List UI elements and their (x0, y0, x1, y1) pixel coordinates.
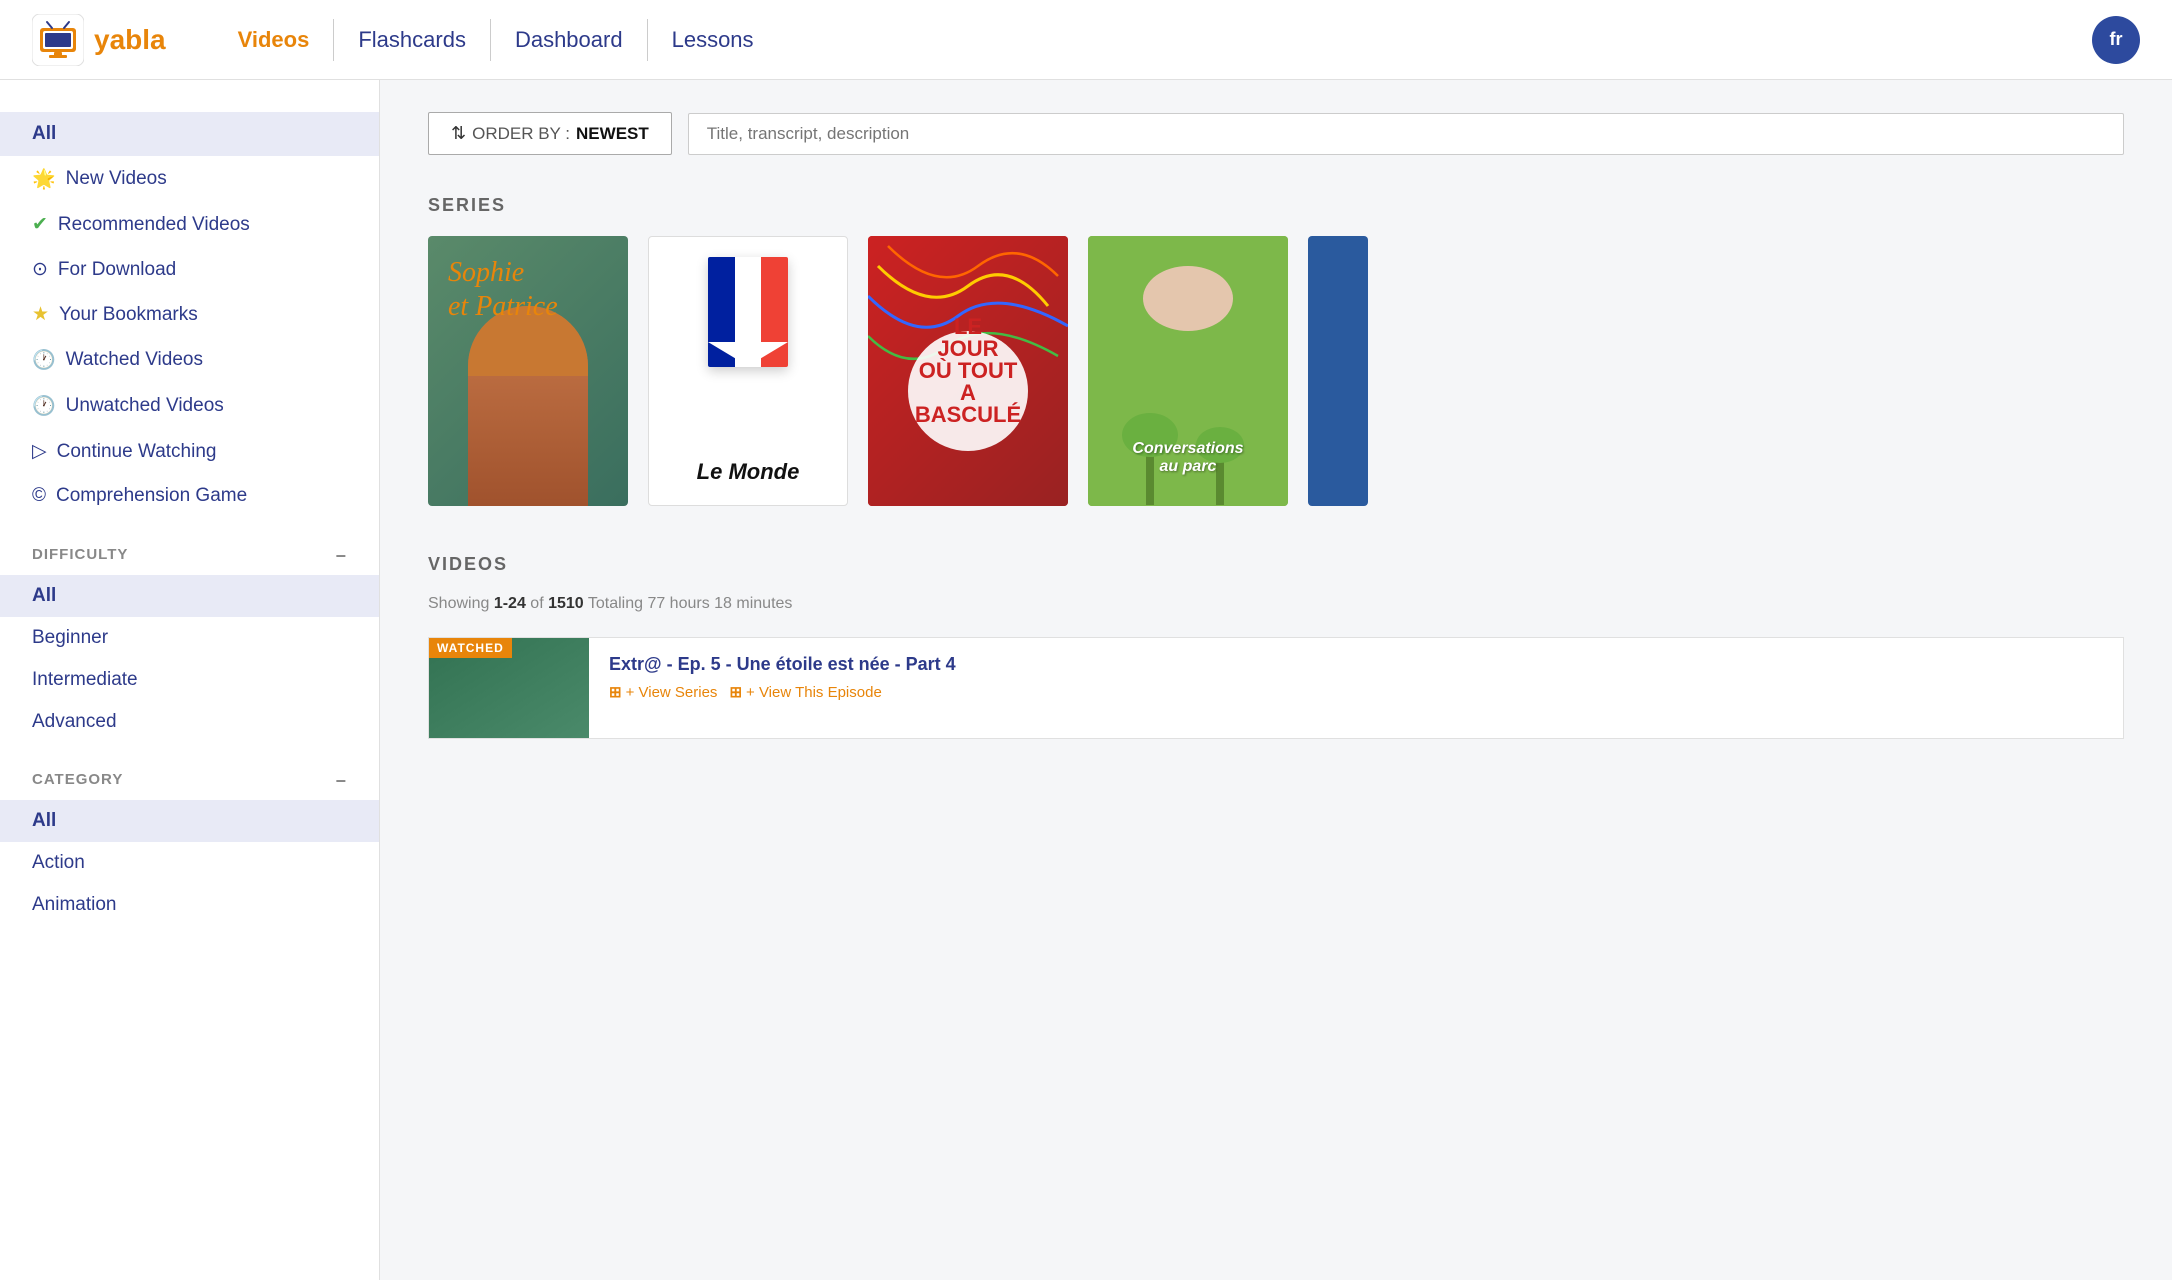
count-of: of (526, 595, 548, 612)
category-animation[interactable]: Animation (0, 884, 379, 926)
nav-dashboard[interactable]: Dashboard (491, 19, 648, 61)
nav-videos[interactable]: Videos (214, 19, 335, 61)
view-episode-link[interactable]: ⊞ + View This Episode (729, 683, 881, 701)
toolbar: ⇅ ORDER BY : NEWEST (428, 112, 2124, 155)
sidebar-continue-label: Continue Watching (57, 441, 217, 463)
difficulty-advanced[interactable]: Advanced (0, 701, 379, 743)
series-section: SERIES Sophieet Patrice (428, 195, 2124, 506)
sidebar-watched-label: Watched Videos (66, 349, 203, 371)
count-range: 1-24 (494, 595, 526, 612)
videos-count: Showing 1-24 of 1510 Totaling 77 hours 1… (428, 595, 2124, 613)
clock-orange-icon: 🕐 (32, 394, 56, 418)
nav-lessons[interactable]: Lessons (648, 19, 778, 61)
series-card-parc[interactable]: Conversationsau parc (1088, 236, 1288, 506)
check-icon: ✔ (32, 213, 48, 236)
view-series-link[interactable]: ⊞ + View Series (609, 683, 717, 701)
category-title: CATEGORY (32, 771, 123, 792)
sidebar-comprehension-label: Comprehension Game (56, 485, 247, 507)
category-action[interactable]: Action (0, 842, 379, 884)
difficulty-beginner[interactable]: Beginner (0, 617, 379, 659)
difficulty-all[interactable]: All (0, 575, 379, 617)
order-label: ORDER BY : (472, 124, 570, 144)
series-sophie-title: Sophieet Patrice (448, 256, 558, 323)
sidebar-filter-section: All 🌟 New Videos ✔ Recommended Videos ⊙ … (0, 112, 379, 518)
category-section: CATEGORY − All Action Animation (0, 751, 379, 926)
copyright-icon: © (32, 485, 46, 507)
series-title: SERIES (428, 195, 2124, 216)
header: yabla Videos Flashcards Dashboard Lesson… (0, 0, 2172, 80)
sort-arrows-icon: ⇅ (451, 123, 466, 144)
bookmark-star-icon: ★ (32, 303, 49, 326)
parc-trees (1088, 344, 1288, 506)
difficulty-collapse[interactable]: − (335, 546, 347, 567)
sidebar-item-for-download[interactable]: ⊙ For Download (0, 247, 379, 292)
plus-icon-series: ⊞ (609, 683, 622, 701)
order-value: NEWEST (576, 124, 649, 144)
order-by-button[interactable]: ⇅ ORDER BY : NEWEST (428, 112, 672, 155)
series-card-lemonde[interactable]: Le Monde (648, 236, 848, 506)
series-lemonde-title: Le Monde (697, 459, 800, 485)
play-icon: ▷ (32, 440, 47, 463)
sidebar-item-all[interactable]: All (0, 112, 379, 156)
search-input[interactable] (688, 113, 2124, 155)
series-jour-title: LEJOUROÙ TOUTABASCULÉ (915, 316, 1021, 426)
sidebar: All 🌟 New Videos ✔ Recommended Videos ⊙ … (0, 80, 380, 1280)
category-all[interactable]: All (0, 800, 379, 842)
content-area: ⇅ ORDER BY : NEWEST SERIES Sophieet Patr (380, 80, 2172, 1280)
sidebar-item-comprehension[interactable]: © Comprehension Game (0, 474, 379, 518)
logo-area[interactable]: yabla (32, 14, 166, 66)
plus-icon-episode: ⊞ (729, 683, 742, 701)
sidebar-item-bookmarks[interactable]: ★ Your Bookmarks (0, 292, 379, 337)
video-thumbnail: WATCHED (429, 638, 589, 738)
sidebar-item-continue[interactable]: ▷ Continue Watching (0, 429, 379, 474)
sidebar-item-recommended[interactable]: ✔ Recommended Videos (0, 202, 379, 247)
sidebar-item-new-videos[interactable]: 🌟 New Videos (0, 156, 379, 202)
sidebar-item-watched[interactable]: 🕐 Watched Videos (0, 337, 379, 383)
series-card-sophie[interactable]: Sophieet Patrice (428, 236, 628, 506)
video-info: Extr@ - Ep. 5 - Une étoile est née - Par… (609, 638, 2123, 717)
video-title: Extr@ - Ep. 5 - Une étoile est née - Par… (609, 654, 2123, 675)
main-nav: Videos Flashcards Dashboard Lessons (214, 19, 2092, 61)
sidebar-download-label: For Download (58, 259, 176, 281)
view-series-label: + View Series (626, 684, 718, 701)
watched-badge: WATCHED (429, 638, 512, 658)
series-grid: Sophieet Patrice Le Monde (428, 236, 2124, 506)
difficulty-title: DIFFICULTY (32, 546, 128, 567)
videos-title: VIDEOS (428, 554, 2124, 575)
sidebar-recommended-label: Recommended Videos (58, 214, 250, 236)
difficulty-intermediate[interactable]: Intermediate (0, 659, 379, 701)
videos-section: VIDEOS Showing 1-24 of 1510 Totaling 77 … (428, 554, 2124, 739)
category-label: CATEGORY − (0, 751, 379, 800)
count-total: 1510 (548, 595, 584, 612)
count-prefix: Showing (428, 595, 494, 612)
sidebar-new-videos-label: New Videos (66, 168, 167, 190)
series-parc-title: Conversationsau parc (1088, 440, 1288, 476)
view-episode-label: + View This Episode (746, 684, 882, 701)
sidebar-all-label: All (32, 123, 56, 145)
series-card-jour[interactable]: LEJOUROÙ TOUTABASCULÉ (868, 236, 1068, 506)
logo-text: yabla (94, 24, 166, 56)
download-icon: ⊙ (32, 258, 48, 281)
sidebar-bookmarks-label: Your Bookmarks (59, 304, 198, 326)
category-collapse[interactable]: − (335, 771, 347, 792)
yabla-logo-icon (32, 14, 84, 66)
nav-flashcards[interactable]: Flashcards (334, 19, 491, 61)
count-suffix: Totaling 77 hours 18 minutes (584, 595, 793, 612)
sidebar-unwatched-label: Unwatched Videos (66, 395, 224, 417)
star-icon: 🌟 (32, 167, 56, 191)
sidebar-item-unwatched[interactable]: 🕐 Unwatched Videos (0, 383, 379, 429)
clock-icon: 🕐 (32, 348, 56, 372)
difficulty-label: DIFFICULTY − (0, 526, 379, 575)
video-item[interactable]: WATCHED Extr@ - Ep. 5 - (428, 637, 2124, 739)
main-layout: All 🌟 New Videos ✔ Recommended Videos ⊙ … (0, 80, 2172, 1280)
video-actions: ⊞ + View Series ⊞ + View This Episode (609, 683, 2123, 701)
user-avatar[interactable]: fr (2092, 16, 2140, 64)
difficulty-section: DIFFICULTY − All Beginner Intermediate A… (0, 526, 379, 743)
series-card-extra[interactable] (1308, 236, 1368, 506)
